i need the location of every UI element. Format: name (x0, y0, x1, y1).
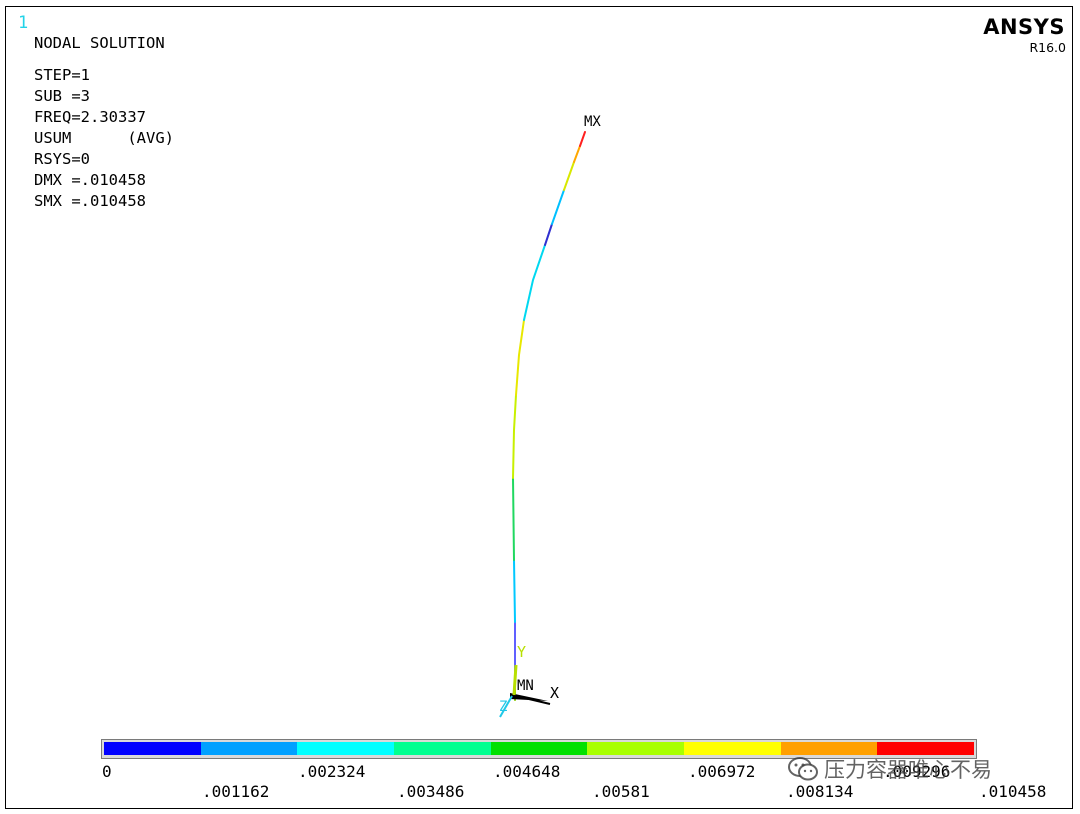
beam-segment-5 (512, 394, 517, 479)
beam-segment-11 (573, 145, 581, 163)
beam-segment-7 (523, 244, 546, 321)
beam-segment-8 (544, 223, 553, 246)
beam-segment-10 (563, 161, 575, 191)
legend-swatch-5 (587, 742, 685, 755)
beam-segment-6 (515, 319, 525, 396)
legend-label-9: .010458 (979, 782, 1047, 801)
beam-segment-12 (579, 131, 586, 147)
legend-swatch-6 (684, 742, 781, 755)
legend-swatch-3 (394, 742, 491, 755)
min-label: MN (517, 678, 534, 694)
max-label: MX (584, 114, 601, 130)
deformed-beam (512, 131, 586, 701)
legend-swatch-1 (200, 742, 298, 755)
triad-x-label: X (550, 684, 559, 702)
beam-segment-3 (513, 559, 516, 623)
legend-label-4: .004648 (493, 762, 561, 781)
watermark-text: 压力容器唯心不易 (824, 758, 992, 782)
legend-label-7: .008134 (786, 782, 854, 801)
legend-label-3: .003486 (397, 782, 465, 801)
triad-y-label: Y (517, 643, 526, 661)
beam-segment-9 (551, 189, 565, 225)
legend-swatch-2 (297, 742, 395, 755)
triad-y-axis (512, 664, 518, 696)
legend-swatch-0 (104, 742, 201, 755)
legend-label-5: .00581 (592, 782, 650, 801)
beam-segment-4 (512, 477, 515, 561)
coordinate-triad: Y X Z MN (499, 643, 559, 718)
legend-swatch-4 (490, 742, 588, 755)
legend-label-0: 0 (102, 762, 112, 781)
legend-label-1: .001162 (202, 782, 270, 801)
legend-label-2: .002324 (298, 762, 366, 781)
model-plot[interactable]: MX Y X Z MN (0, 0, 1080, 814)
wechat-icon (788, 757, 818, 781)
watermark: 压力容器唯心不易 (788, 754, 992, 784)
legend-label-6: .006972 (688, 762, 756, 781)
triad-z-label: Z (499, 699, 507, 715)
